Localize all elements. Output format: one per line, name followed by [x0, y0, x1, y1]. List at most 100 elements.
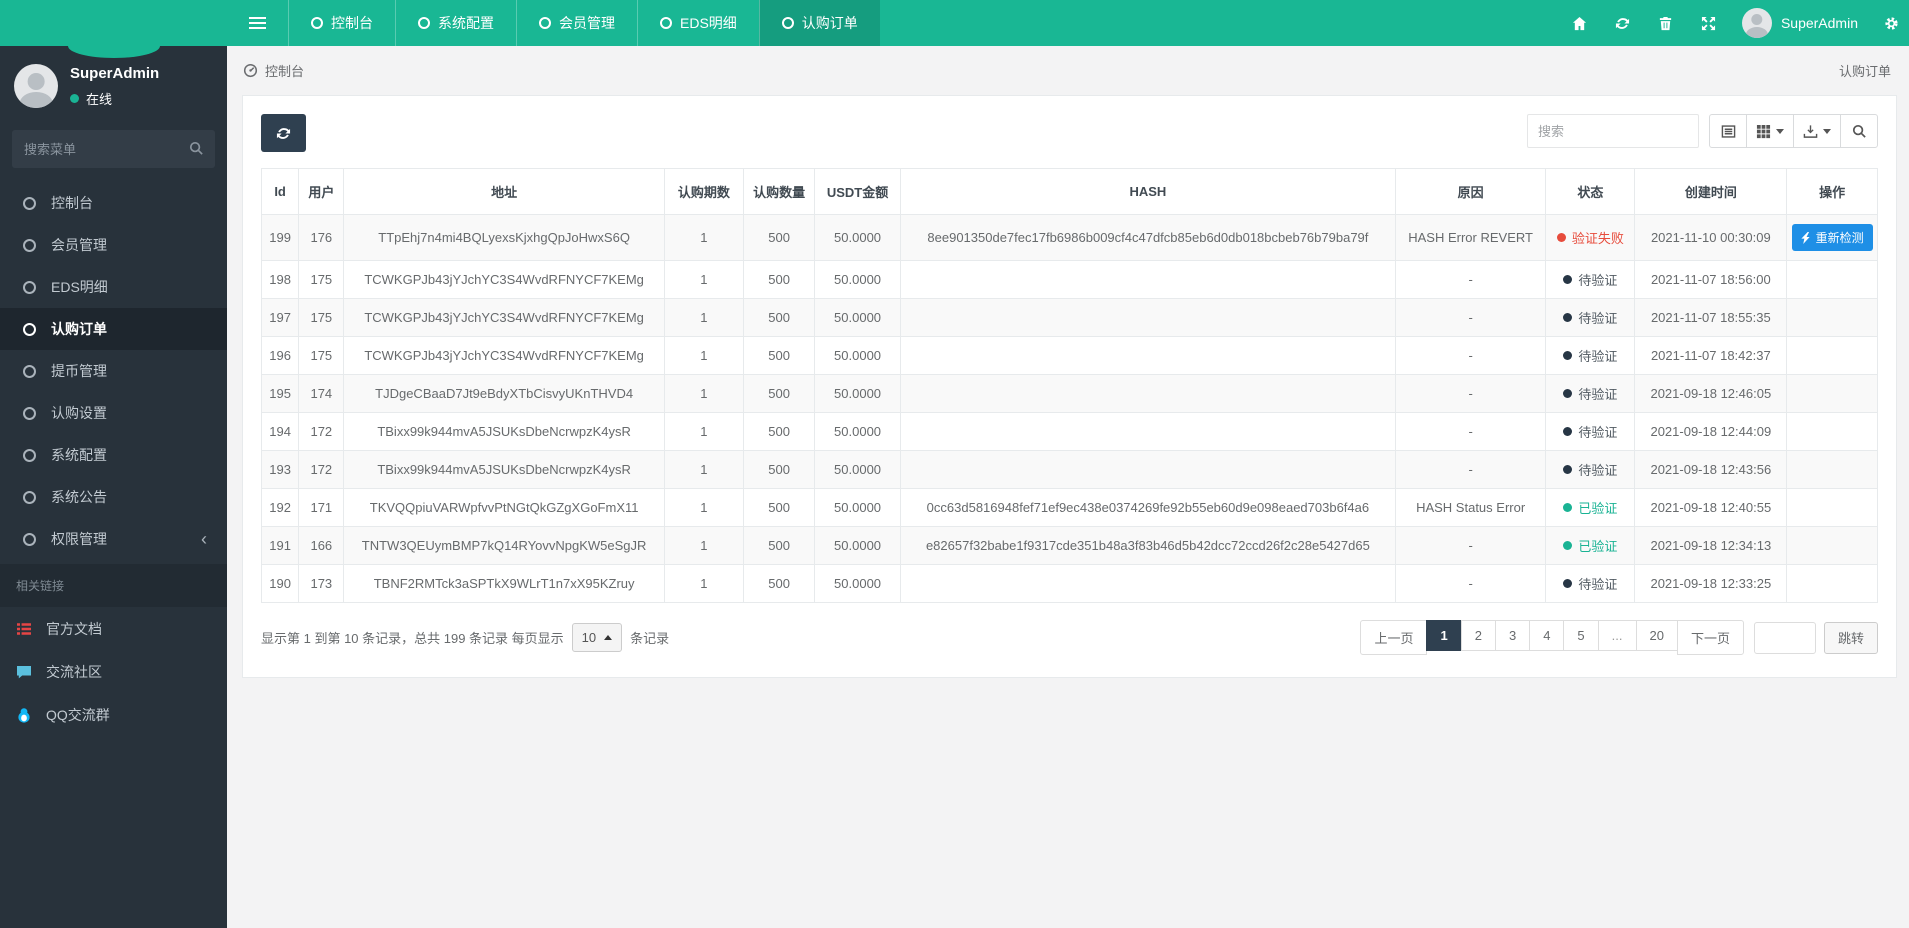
top-nav-tab[interactable]: 控制台: [288, 0, 395, 46]
settings-button[interactable]: [1870, 0, 1909, 46]
sidebar-menu-item[interactable]: 会员管理 ‹: [0, 224, 227, 266]
advanced-search-button[interactable]: [1840, 114, 1878, 148]
pagination-prev[interactable]: 上一页: [1360, 620, 1428, 655]
top-nav-tab[interactable]: 系统配置: [395, 0, 516, 46]
cell-usdt: 50.0000: [814, 214, 901, 261]
status-badge: 待验证: [1563, 308, 1617, 327]
sidebar-menu-item[interactable]: 提币管理 ‹: [0, 350, 227, 392]
sidebar-menu-item[interactable]: 认购设置 ‹: [0, 392, 227, 434]
table-row: 198 175 TCWKGPJb43jYJchYC3S4WvdRFNYCF7KE…: [260, 260, 1878, 299]
page-size-value: 10: [581, 630, 597, 645]
trash-button[interactable]: [1644, 0, 1687, 46]
pagination-page[interactable]: 2: [1460, 620, 1496, 655]
cell-reason: HASH Status Error: [1394, 488, 1547, 527]
export-icon: [1803, 124, 1818, 138]
cell-reason: -: [1394, 526, 1547, 565]
cell-created: 2021-09-18 12:33:25: [1634, 564, 1788, 603]
sidebar-link-item[interactable]: 交流社区: [0, 650, 227, 693]
cell-amount: 500: [743, 336, 816, 375]
cell-period: 1: [663, 412, 745, 451]
pagination-page[interactable]: 5: [1563, 620, 1599, 655]
cell-amount: 500: [743, 374, 816, 413]
sidebar-links: 官方文档 交流社区 QQ交流群: [0, 607, 227, 736]
cell-amount: 500: [743, 298, 816, 337]
sidebar-toggle-button[interactable]: [227, 0, 288, 46]
cell-created: 2021-11-07 18:56:00: [1634, 260, 1788, 299]
content-panel: Id用户地址认购期数认购数量USDT金额HASH原因状态创建时间操作 199 1…: [242, 95, 1897, 678]
cell-amount: 500: [743, 214, 816, 261]
page-size-select[interactable]: 10: [571, 623, 623, 652]
recheck-button[interactable]: 重新检测: [1791, 224, 1873, 251]
pagination-page[interactable]: ...: [1597, 620, 1637, 655]
top-nav-tab[interactable]: 认购订单: [758, 0, 880, 46]
circle-icon: [23, 532, 36, 546]
pagination-page[interactable]: 20: [1635, 620, 1678, 655]
circle-icon: [311, 17, 323, 29]
status-badge: 待验证: [1563, 384, 1617, 403]
page-jump-input[interactable]: [1753, 621, 1816, 654]
top-nav-tab[interactable]: EDS明细: [637, 0, 759, 46]
sidebar-menu-item[interactable]: 系统公告 ‹: [0, 476, 227, 518]
circle-icon: [23, 364, 36, 378]
top-nav-tab-label: 会员管理: [559, 15, 615, 31]
status-dot-icon: [1563, 427, 1573, 436]
cell-id: 192: [260, 488, 300, 527]
columns-dropdown-button[interactable]: [1746, 114, 1794, 148]
cell-reason: -: [1394, 412, 1547, 451]
page-jump-button[interactable]: 跳转: [1823, 621, 1878, 654]
sidebar-menu-item[interactable]: EDS明细 ‹: [0, 266, 227, 308]
user-menu[interactable]: SuperAdmin: [1730, 8, 1870, 38]
table-toolbar-buttons: [1709, 114, 1878, 148]
cell-id: 198: [260, 260, 300, 299]
column-header: 状态: [1545, 168, 1636, 215]
cell-action: [1786, 526, 1878, 565]
status-label: 待验证: [1578, 463, 1618, 478]
column-header: 创建时间: [1634, 168, 1788, 215]
sidebar-menu-item[interactable]: 权限管理 ‹: [0, 518, 227, 560]
pagination-next[interactable]: 下一页: [1676, 620, 1744, 655]
fullscreen-button[interactable]: [1687, 0, 1730, 46]
home-button[interactable]: [1558, 0, 1601, 46]
sidebar-link-item[interactable]: QQ交流群: [0, 693, 227, 736]
cell-status: 已验证: [1545, 526, 1636, 565]
status-dot-icon: [1563, 275, 1573, 284]
top-nav-tab-label: 认购订单: [801, 15, 858, 31]
sidebar-menu-item-label: EDS明细: [51, 279, 108, 295]
logo: [0, 0, 227, 46]
pagination-page[interactable]: 3: [1494, 620, 1531, 655]
refresh-button[interactable]: [1601, 0, 1644, 46]
export-dropdown-button[interactable]: [1793, 114, 1841, 148]
pagination-page[interactable]: 1: [1426, 620, 1462, 655]
cell-action: [1786, 412, 1878, 451]
sidebar-section-label: 相关链接: [0, 564, 227, 607]
sidebar-menu-item[interactable]: 认购订单 ‹: [0, 308, 227, 350]
sidebar-menu-item[interactable]: 控制台 ‹: [0, 182, 227, 224]
table-footer: 显示第 1 到第 10 条记录，总共 199 条记录 每页显示 10 条记录 上…: [261, 620, 1878, 655]
refresh-table-button[interactable]: [261, 114, 306, 152]
table-search-input[interactable]: [1527, 114, 1699, 148]
sidebar-link-icon: [16, 707, 32, 723]
cell-action: [1786, 450, 1878, 489]
cell-address: TCWKGPJb43jYJchYC3S4WvdRFNYCF7KEMg: [343, 298, 665, 337]
circle-icon: [781, 17, 794, 29]
sidebar-menu-item[interactable]: 系统配置 ‹: [0, 434, 227, 476]
table-body: 199 176 TTpEhj7n4mi4BQLyexsKjxhgQpJoHwxS…: [260, 214, 1878, 603]
cell-action: [1786, 488, 1878, 527]
sidebar-search-input[interactable]: [12, 130, 215, 168]
cell-status: 待验证: [1545, 298, 1636, 337]
cell-reason: -: [1394, 336, 1547, 375]
refresh-icon: [1615, 17, 1630, 29]
cell-user: 166: [298, 526, 345, 565]
pagination-page[interactable]: 4: [1529, 620, 1565, 655]
toggle-detail-view-button[interactable]: [1709, 114, 1747, 148]
sidebar-link-label: 官方文档: [46, 620, 102, 637]
top-nav-tab[interactable]: 会员管理: [516, 0, 637, 46]
status-label: 已验证: [1578, 501, 1618, 516]
sidebar-user-name: SuperAdmin: [70, 64, 160, 82]
status-dot-icon: [1556, 233, 1566, 242]
cell-status: 待验证: [1545, 336, 1636, 375]
cell-address: TBixx99k944mvA5JSUKsDbeNcrwpzK4ysR: [343, 412, 665, 451]
sidebar-link-item[interactable]: 官方文档: [0, 607, 227, 650]
status-badge: 已验证: [1563, 498, 1617, 517]
cell-user: 175: [298, 260, 345, 299]
